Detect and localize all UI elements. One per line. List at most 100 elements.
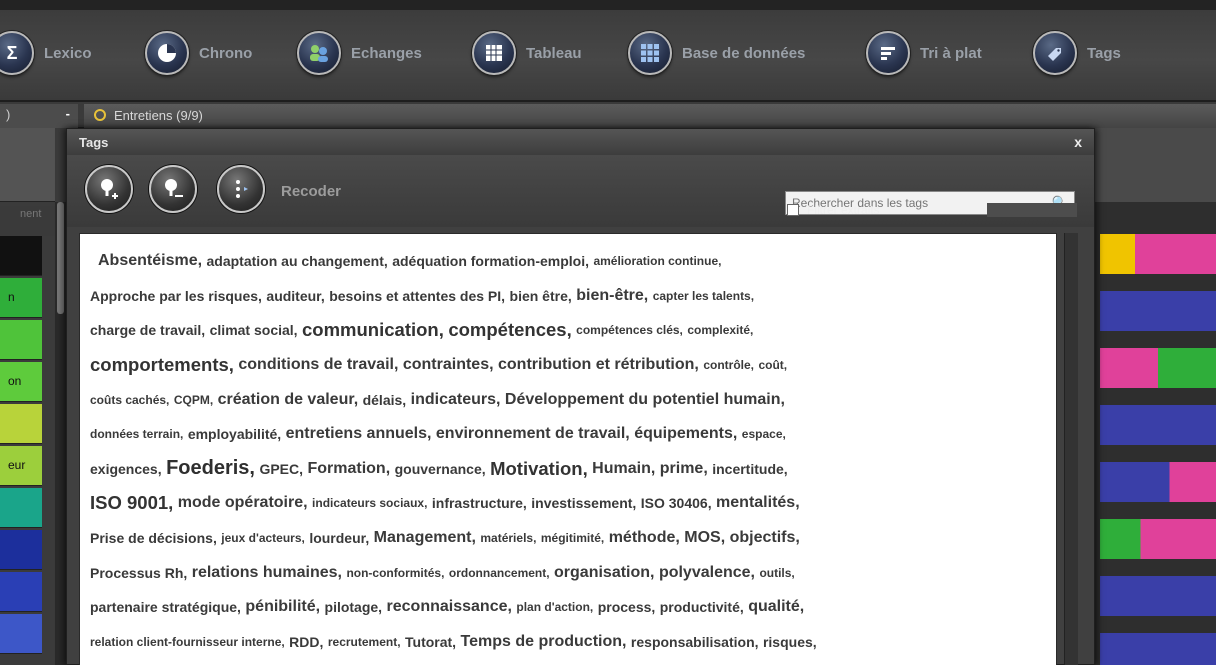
tag-item[interactable]: matériels,	[480, 531, 536, 545]
tags-button[interactable]: Tags	[1033, 31, 1121, 75]
timeline-track[interactable]	[1100, 291, 1216, 331]
tag-item[interactable]: exigences,	[90, 461, 162, 477]
tag-item[interactable]: Processus Rh,	[90, 565, 187, 581]
tag-item[interactable]: polyvalence,	[659, 564, 755, 582]
tag-item[interactable]: création de valeur,	[218, 391, 359, 409]
timeline-track[interactable]	[1100, 519, 1216, 559]
tag-item[interactable]: bien être,	[510, 288, 572, 304]
tag-item[interactable]: climat social,	[210, 322, 298, 338]
tag-item[interactable]: données terrain,	[90, 427, 183, 441]
timeline-track[interactable]	[1100, 348, 1216, 388]
tag-item[interactable]: charge de travail,	[90, 322, 205, 338]
timeline-track[interactable]	[1100, 633, 1216, 665]
category-row[interactable]: on	[0, 362, 42, 402]
left-panel-scrollbar[interactable]	[55, 202, 66, 665]
tag-item[interactable]: Développement du potentiel humain,	[505, 391, 785, 409]
tri-a-plat-button[interactable]: Tri à plat	[866, 31, 982, 75]
chrono-button[interactable]: Chrono	[145, 31, 252, 75]
tag-item[interactable]: CQPM,	[174, 393, 213, 407]
tag-item[interactable]: Humain,	[592, 460, 655, 478]
tag-item[interactable]: amélioration continue,	[593, 254, 721, 268]
timeline-track[interactable]	[1100, 576, 1216, 616]
category-row[interactable]	[0, 530, 42, 570]
tag-item[interactable]: capter les talents,	[653, 289, 754, 303]
tag-item[interactable]: RDD,	[289, 634, 323, 650]
tag-item[interactable]: process,	[598, 599, 656, 615]
remove-tag-button[interactable]	[149, 165, 197, 213]
tag-item[interactable]: conditions de travail,	[238, 356, 398, 374]
tag-item[interactable]: pénibilité,	[245, 598, 320, 616]
scrollbar-thumb[interactable]	[57, 202, 64, 314]
timeline-track[interactable]	[1100, 234, 1216, 274]
add-tag-button[interactable]	[85, 165, 133, 213]
minimize-button[interactable]: -	[66, 106, 70, 121]
entretiens-tab[interactable]: Entretiens (9/9)	[84, 104, 1216, 128]
filter-checkbox[interactable]	[787, 204, 799, 216]
tag-item[interactable]: plan d'action,	[516, 600, 593, 614]
tag-item[interactable]: recrutement,	[328, 635, 401, 649]
tag-item[interactable]: indicateurs sociaux,	[312, 496, 427, 510]
tag-item[interactable]: jeux d'acteurs,	[221, 531, 305, 545]
timeline-track[interactable]	[1100, 405, 1216, 445]
tag-item[interactable]: Prise de décisions,	[90, 530, 217, 546]
tag-item[interactable]: mégitimité,	[541, 531, 604, 545]
tag-item[interactable]: bien-être,	[576, 287, 648, 305]
tag-item[interactable]: contraintes,	[403, 356, 494, 374]
tag-item[interactable]: prime,	[660, 460, 708, 478]
tag-item[interactable]: responsabilisation,	[631, 634, 759, 650]
tag-item[interactable]: adéquation formation-emploi,	[392, 253, 589, 269]
tag-item[interactable]: Foederis,	[166, 457, 255, 480]
tag-item[interactable]: non-conformités,	[346, 566, 444, 580]
category-row[interactable]: n	[0, 278, 42, 318]
echanges-button[interactable]: Echanges	[297, 31, 422, 75]
category-row[interactable]: eur	[0, 446, 42, 486]
close-button[interactable]: x	[1074, 134, 1082, 150]
tag-item[interactable]: coût,	[758, 358, 787, 372]
tag-item[interactable]: indicateurs,	[411, 391, 501, 409]
tag-item[interactable]: ordonnancement,	[449, 566, 550, 580]
tag-item[interactable]: Absentéisme,	[98, 252, 202, 270]
tag-item[interactable]: entretiens annuels,	[286, 425, 432, 443]
tag-item[interactable]: investissement,	[531, 495, 636, 511]
tag-item[interactable]: reconnaissance,	[387, 598, 512, 616]
tag-cloud-scrollbar[interactable]	[1064, 233, 1078, 665]
tag-item[interactable]: communication,	[302, 319, 444, 341]
tag-item[interactable]: mentalités,	[716, 494, 800, 512]
lexico-button[interactable]: Σ Lexico	[0, 31, 92, 75]
recode-button[interactable]	[217, 165, 265, 213]
tag-item[interactable]: adaptation au changement,	[207, 253, 388, 269]
tag-item[interactable]: Management,	[374, 529, 476, 547]
tag-item[interactable]: mode opératoire,	[178, 494, 308, 512]
tag-item[interactable]: délais,	[363, 392, 407, 408]
tag-item[interactable]: méthode,	[609, 529, 680, 547]
category-row[interactable]	[0, 572, 42, 612]
tag-item[interactable]: qualité,	[748, 598, 804, 616]
tag-item[interactable]: comportements,	[90, 354, 234, 376]
tag-item[interactable]: contrôle,	[703, 358, 754, 372]
base-de-donnees-button[interactable]: Base de données	[628, 31, 805, 75]
tag-item[interactable]: Approche par les risques,	[90, 288, 262, 304]
filter-extraits[interactable]: Filtrer extraits	[787, 203, 880, 217]
tag-item[interactable]: incertitude,	[712, 461, 787, 477]
tag-item[interactable]: pilotage,	[325, 599, 383, 615]
tag-item[interactable]: gouvernance,	[395, 461, 486, 477]
tag-item[interactable]: partenaire stratégique,	[90, 599, 241, 615]
tag-item[interactable]: relations humaines,	[192, 564, 342, 582]
tag-item[interactable]: compétences,	[448, 319, 571, 341]
tag-item[interactable]: objectifs,	[730, 529, 800, 547]
tag-item[interactable]: compétences clés,	[576, 323, 683, 337]
category-row[interactable]	[0, 404, 42, 444]
category-row[interactable]	[0, 614, 42, 654]
tag-item[interactable]: besoins et attentes des PI,	[329, 288, 505, 304]
tag-item[interactable]: risques,	[763, 634, 817, 650]
tag-item[interactable]: GPEC,	[259, 461, 303, 477]
tag-item[interactable]: MOS,	[684, 529, 725, 547]
tag-item[interactable]: Tutorat,	[405, 634, 456, 650]
tableau-button[interactable]: Tableau	[472, 31, 582, 75]
tag-item[interactable]: employabilité,	[188, 426, 281, 442]
category-row[interactable]	[0, 320, 42, 360]
tag-item[interactable]: auditeur,	[266, 288, 324, 304]
tag-item[interactable]: Temps de production,	[461, 633, 627, 651]
tag-item[interactable]: productivité,	[660, 599, 744, 615]
tag-item[interactable]: lourdeur,	[309, 530, 369, 546]
